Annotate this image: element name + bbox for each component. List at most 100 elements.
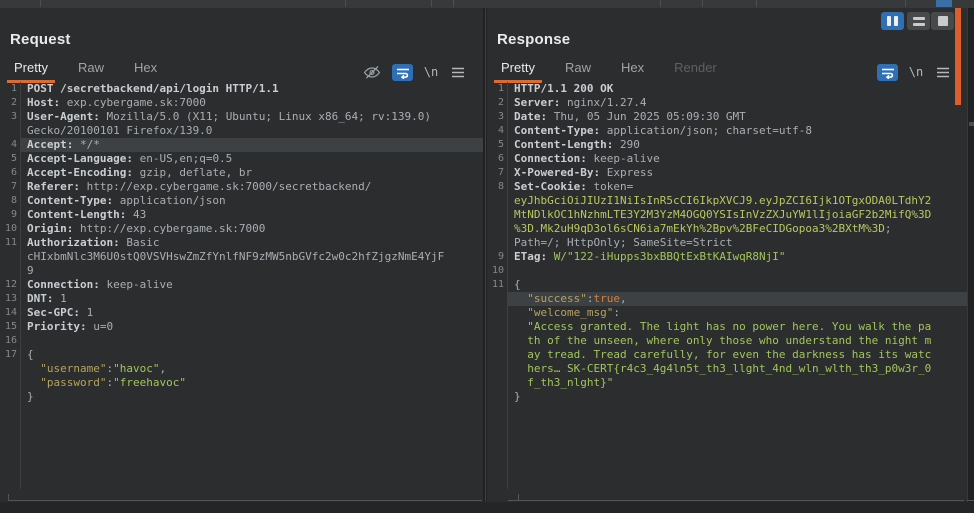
line-number: 8 [487,180,508,194]
code-text: cHIxbmNlc3M6U0stQ0VSVHswZmZfYnlfNF9zMW5n… [21,250,483,264]
line-number: 1 [0,82,21,96]
tab-hex[interactable]: Hex [134,57,157,78]
line-number: 7 [487,166,508,180]
code-line: "password":"freehavoc" [0,376,483,390]
code-line: 3Date: Thu, 05 Jun 2025 05:09:30 GMT [487,110,967,124]
column-divider[interactable] [756,0,757,7]
code-text: Accept-Encoding: gzip, deflate, br [21,166,483,180]
response-editor[interactable]: 1HTTP/1.1 200 OK2Server: nginx/1.27.43Da… [487,82,967,404]
code-text: MtNDlkOC1hNzhmLTE3Y2M3YzM4OGQ0YSIsInVzZX… [508,208,967,222]
column-divider[interactable] [431,0,432,7]
code-line: hers… SK-CERT{r4c3_4g4ln5t_th3_llght_4nd… [487,362,967,376]
rows-icon [913,17,925,26]
single-pane-icon [938,16,948,26]
code-text: Accept-Language: en-US,en;q=0.5 [21,152,483,166]
layout-rows-button[interactable] [907,12,930,30]
request-panel: Request PrettyRawHex \n 1POST /sec [0,8,483,502]
column-divider[interactable] [905,0,906,7]
line-number: 6 [0,166,21,180]
request-panel-title: Request [10,31,71,48]
eye-slash-icon [363,65,381,80]
code-line: 5Accept-Language: en-US,en;q=0.5 [0,152,483,166]
tab-pretty[interactable]: Pretty [14,57,48,78]
code-line: 1POST /secretbackend/api/login HTTP/1.1 [0,82,483,96]
code-text: "Access granted. The light has no power … [508,320,967,334]
column-divider[interactable] [702,0,703,7]
hide-button[interactable] [362,64,382,80]
line-number: 4 [487,124,508,138]
line-number [487,376,508,390]
code-line: 7X-Powered-By: Express [487,166,967,180]
code-text: th of the unseen, where only those who u… [508,334,967,348]
column-divider[interactable] [40,0,41,7]
code-text: Set-Cookie: token= [508,180,967,194]
line-number: 5 [0,152,21,166]
word-wrap-button[interactable] [877,64,898,81]
code-text: Connection: keep-alive [508,152,967,166]
columns-icon [887,16,891,26]
code-line: 11{ [487,278,967,292]
scrollbar-mark [969,122,974,126]
response-scrollbar-thumb[interactable] [955,8,961,105]
layout-columns-button[interactable] [881,12,904,30]
line-number: 10 [0,222,21,236]
panel-footer-tick [8,494,9,501]
word-wrap-button[interactable] [392,64,413,81]
request-editor[interactable]: 1POST /secretbackend/api/login HTTP/1.12… [0,82,483,404]
columns-icon [894,16,898,26]
code-line: th of the unseen, where only those who u… [487,334,967,348]
code-line: } [487,390,967,404]
code-text: } [508,390,967,404]
code-text: Content-Length: 290 [508,138,967,152]
hamburger-icon [936,67,950,78]
code-text: { [508,278,967,292]
line-number [487,390,508,404]
panel-footer-divider [967,500,974,501]
code-line: 9 [0,264,483,278]
line-number: 1 [487,82,508,96]
code-line: 10 [487,264,967,278]
code-text: Content-Type: application/json; charset=… [508,124,967,138]
code-text: Content-Length: 43 [21,208,483,222]
code-text: ETag: W/"122-iHupps3bxBBQtExBtKAIwqR8NjI… [508,250,967,264]
line-number [0,362,21,376]
column-divider[interactable] [660,0,661,7]
code-line: "welcome_msg": [487,306,967,320]
tab-raw[interactable]: Raw [565,57,591,78]
newline-toggle[interactable]: \n [423,65,439,79]
code-line: "success":true, [487,292,967,306]
line-number [487,320,508,334]
line-number: 10 [487,264,508,278]
tab-hex[interactable]: Hex [621,57,644,78]
code-text: User-Agent: Mozilla/5.0 (X11; Ubuntu; Li… [21,110,483,124]
word-wrap-icon [396,67,410,79]
code-line: MtNDlkOC1hNzhmLTE3Y2M3YzM4OGQ0YSIsInVzZX… [487,208,967,222]
line-number: 11 [487,278,508,292]
code-line: } [0,390,483,404]
code-line: Path=/; HttpOnly; SameSite=Strict [487,236,967,250]
column-divider[interactable] [453,0,454,7]
response-panel-title: Response [497,31,570,48]
code-line: 9Content-Length: 43 [0,208,483,222]
panel-footer-divider [508,500,964,501]
column-divider[interactable] [345,0,346,7]
code-line: ay tread. Tread carefully, for even the … [487,348,967,362]
code-line: 5Content-Length: 290 [487,138,967,152]
editor-menu-button[interactable] [935,66,951,79]
line-number: 13 [0,292,21,306]
layout-single-button[interactable] [931,12,954,30]
line-number: 8 [0,194,21,208]
tab-pretty[interactable]: Pretty [501,57,535,78]
line-number [487,194,508,208]
panel-splitter[interactable] [485,8,486,502]
newline-toggle[interactable]: \n [908,65,924,79]
tab-raw[interactable]: Raw [78,57,104,78]
code-text: Path=/; HttpOnly; SameSite=Strict [508,236,967,250]
code-line: 16 [0,334,483,348]
editor-menu-button[interactable] [450,66,466,79]
line-number [487,362,508,376]
line-number [0,264,21,278]
line-number [487,348,508,362]
code-line: "Access granted. The light has no power … [487,320,967,334]
code-text: %3D.Mk2uH9qD3ol6sCN6ia7mEkYh%2Bpv%2BFeCI… [508,222,967,236]
